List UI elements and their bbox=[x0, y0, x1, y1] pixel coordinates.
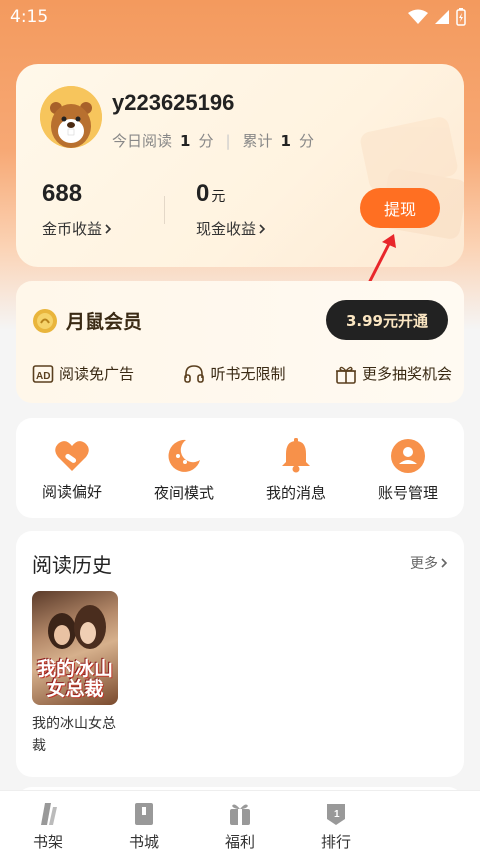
status-icons bbox=[408, 8, 466, 26]
chevron-right-icon bbox=[105, 223, 112, 234]
coin-value: 688 bbox=[42, 180, 83, 207]
headphones-icon bbox=[184, 364, 205, 383]
tool-messages[interactable]: 我的消息 bbox=[246, 437, 346, 503]
tools-card: 阅读偏好 夜间模式 我的消息 账号管理 bbox=[16, 418, 464, 518]
reading-time-stats: 今日阅读 1 分 | 累计 1 分 bbox=[112, 130, 314, 151]
svg-text:1: 1 bbox=[334, 809, 340, 820]
ad-free-icon: AD bbox=[32, 364, 54, 383]
cover-text: 我的冰山女总裁 bbox=[36, 658, 113, 700]
book-title: 我的冰山女总裁 bbox=[32, 716, 116, 754]
history-more-link[interactable]: 更多 bbox=[410, 553, 448, 573]
total-read-unit: 分 bbox=[298, 132, 314, 150]
today-read-label: 今日阅读 bbox=[112, 132, 173, 150]
chevron-right-icon bbox=[441, 558, 448, 568]
cash-earnings[interactable]: 0元 现金收益 bbox=[196, 180, 266, 239]
chevron-right-icon bbox=[259, 223, 266, 234]
total-read-label: 累计 bbox=[242, 132, 273, 150]
history-title: 阅读历史 bbox=[32, 553, 112, 577]
bell-icon bbox=[282, 437, 310, 472]
total-read-value: 1 bbox=[280, 131, 291, 150]
nav-ranking[interactable]: 1 排行 bbox=[288, 791, 384, 855]
reading-history-card: 阅读历史 更多 我的冰山女总裁 我的冰山女总裁 bbox=[16, 531, 464, 777]
perk-label: 听书无限制 bbox=[210, 365, 286, 383]
nav-label: 书架 bbox=[32, 833, 63, 851]
bookstore-icon bbox=[135, 803, 153, 825]
svg-text:AD: AD bbox=[36, 371, 50, 382]
coin-label: 金币收益 bbox=[42, 220, 103, 238]
nav-bookstore[interactable]: 书城 bbox=[96, 791, 192, 855]
nav-label: 排行 bbox=[320, 833, 351, 851]
tool-label: 我的消息 bbox=[265, 483, 326, 502]
gift-box-icon bbox=[230, 804, 250, 825]
cash-value: 0 bbox=[196, 180, 210, 207]
perk-lottery[interactable]: 更多抽奖机会 bbox=[335, 363, 452, 384]
ranking-icon: 1 bbox=[327, 804, 345, 825]
wifi-icon bbox=[408, 9, 428, 24]
vip-subscribe-button[interactable]: 3.99元开通 bbox=[326, 300, 448, 340]
tool-night-mode[interactable]: 夜间模式 bbox=[134, 438, 234, 503]
moon-icon bbox=[168, 439, 200, 472]
coin-icon bbox=[33, 308, 57, 333]
vip-perks: AD 阅读免广告 听书无限制 更多抽奖机会 bbox=[32, 363, 452, 384]
tool-label: 夜间模式 bbox=[153, 483, 214, 502]
perk-label: 更多抽奖机会 bbox=[361, 365, 452, 383]
battery-icon bbox=[456, 8, 466, 26]
vip-title: 月鼠会员 bbox=[66, 311, 143, 333]
nav-bookshelf[interactable]: 书架 bbox=[0, 791, 96, 855]
cash-label: 现金收益 bbox=[196, 220, 257, 238]
nav-label: 福利 bbox=[224, 833, 255, 851]
gift-icon bbox=[335, 366, 356, 384]
avatar[interactable] bbox=[40, 86, 102, 148]
status-time: 4:15 bbox=[10, 7, 49, 27]
heart-icon bbox=[55, 440, 89, 471]
nav-label: 书城 bbox=[128, 833, 159, 851]
history-book-item[interactable]: 我的冰山女总裁 我的冰山女总裁 bbox=[32, 591, 118, 757]
stats-divider: | bbox=[225, 131, 231, 150]
nav-welfare[interactable]: 福利 bbox=[192, 791, 288, 855]
more-label: 更多 bbox=[410, 556, 438, 572]
cash-unit: 元 bbox=[211, 188, 226, 204]
tool-label: 阅读偏好 bbox=[41, 482, 102, 501]
bottom-nav: 书架 书城 福利 1 排行 bbox=[0, 790, 480, 855]
perk-ad-free[interactable]: AD 阅读免广告 bbox=[32, 363, 134, 384]
nav-spacer bbox=[384, 791, 480, 855]
username: y223625196 bbox=[112, 90, 235, 115]
user-icon bbox=[391, 438, 425, 473]
tool-account[interactable]: 账号管理 bbox=[358, 438, 458, 503]
withdraw-button[interactable]: 提现 bbox=[360, 188, 440, 228]
book-cover[interactable]: 我的冰山女总裁 bbox=[32, 591, 118, 705]
today-read-unit: 分 bbox=[198, 132, 214, 150]
tool-reading-preference[interactable]: 阅读偏好 bbox=[22, 439, 122, 502]
today-read-value: 1 bbox=[180, 131, 191, 150]
coin-earnings[interactable]: 688 金币收益 bbox=[42, 180, 112, 239]
perk-label: 阅读免广告 bbox=[59, 365, 135, 383]
bookshelf-icon bbox=[41, 803, 57, 825]
signal-icon bbox=[435, 10, 449, 24]
tool-label: 账号管理 bbox=[377, 483, 438, 502]
vip-card: 月鼠会员 3.99元开通 AD 阅读免广告 听书无限制 更多抽奖机会 bbox=[16, 281, 464, 403]
beaver-avatar-icon bbox=[40, 86, 102, 148]
perk-audiobook[interactable]: 听书无限制 bbox=[183, 363, 286, 384]
earnings-divider bbox=[164, 196, 165, 224]
status-bar: 4:15 bbox=[0, 0, 480, 34]
